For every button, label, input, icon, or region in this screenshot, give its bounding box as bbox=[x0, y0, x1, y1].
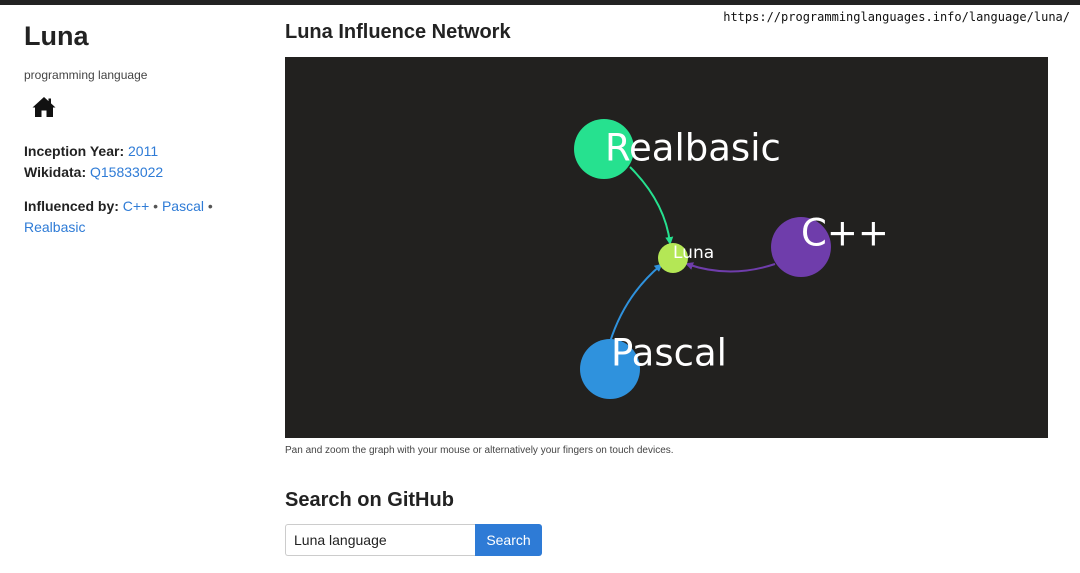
github-search-input[interactable] bbox=[285, 524, 475, 556]
facts: Inception Year: 2011 Wikidata: Q15833022 bbox=[24, 141, 264, 183]
main-content: Luna Influence Network Realbasic C++ Pas… bbox=[285, 18, 1049, 556]
sidebar: Luna programming language Inception Year… bbox=[24, 18, 264, 238]
graph-svg[interactable]: Realbasic C++ Pascal Luna bbox=[285, 57, 1048, 438]
home-icon[interactable] bbox=[32, 96, 56, 118]
github-search-button[interactable]: Search bbox=[475, 524, 542, 556]
separator: • bbox=[207, 198, 213, 214]
influence-graph[interactable]: Realbasic C++ Pascal Luna bbox=[285, 57, 1048, 438]
influenced-label: Influenced by: bbox=[24, 198, 119, 214]
label-realbasic: Realbasic bbox=[605, 127, 781, 170]
influenced-by: Influenced by: C++ • Pascal • Realbasic bbox=[24, 196, 264, 238]
edge-realbasic-luna bbox=[629, 166, 674, 245]
influence-link-pascal[interactable]: Pascal bbox=[162, 198, 204, 214]
wikidata-row: Wikidata: Q15833022 bbox=[24, 162, 264, 183]
top-bar bbox=[0, 0, 1080, 5]
network-title: Luna Influence Network bbox=[285, 21, 511, 43]
github-search-form: Search bbox=[285, 524, 542, 556]
language-subtitle: programming language bbox=[24, 68, 148, 82]
label-luna: Luna bbox=[673, 243, 714, 263]
wikidata-link[interactable]: Q15833022 bbox=[90, 164, 163, 180]
influence-link-realbasic[interactable]: Realbasic bbox=[24, 219, 85, 235]
github-search-title: Search on GitHub bbox=[285, 489, 454, 511]
edge-cpp-luna bbox=[685, 262, 776, 273]
label-cpp: C++ bbox=[801, 212, 889, 255]
inception-row: Inception Year: 2011 bbox=[24, 141, 264, 162]
influence-link-cpp[interactable]: C++ bbox=[123, 198, 149, 214]
label-pascal: Pascal bbox=[611, 332, 727, 375]
edge-pascal-luna bbox=[609, 263, 663, 343]
language-title: Luna bbox=[24, 21, 89, 51]
separator: • bbox=[153, 198, 159, 214]
graph-caption: Pan and zoom the graph with your mouse o… bbox=[285, 445, 674, 456]
inception-label: Inception Year: bbox=[24, 143, 125, 159]
inception-year-link[interactable]: 2011 bbox=[128, 143, 158, 159]
wikidata-label: Wikidata: bbox=[24, 164, 87, 180]
